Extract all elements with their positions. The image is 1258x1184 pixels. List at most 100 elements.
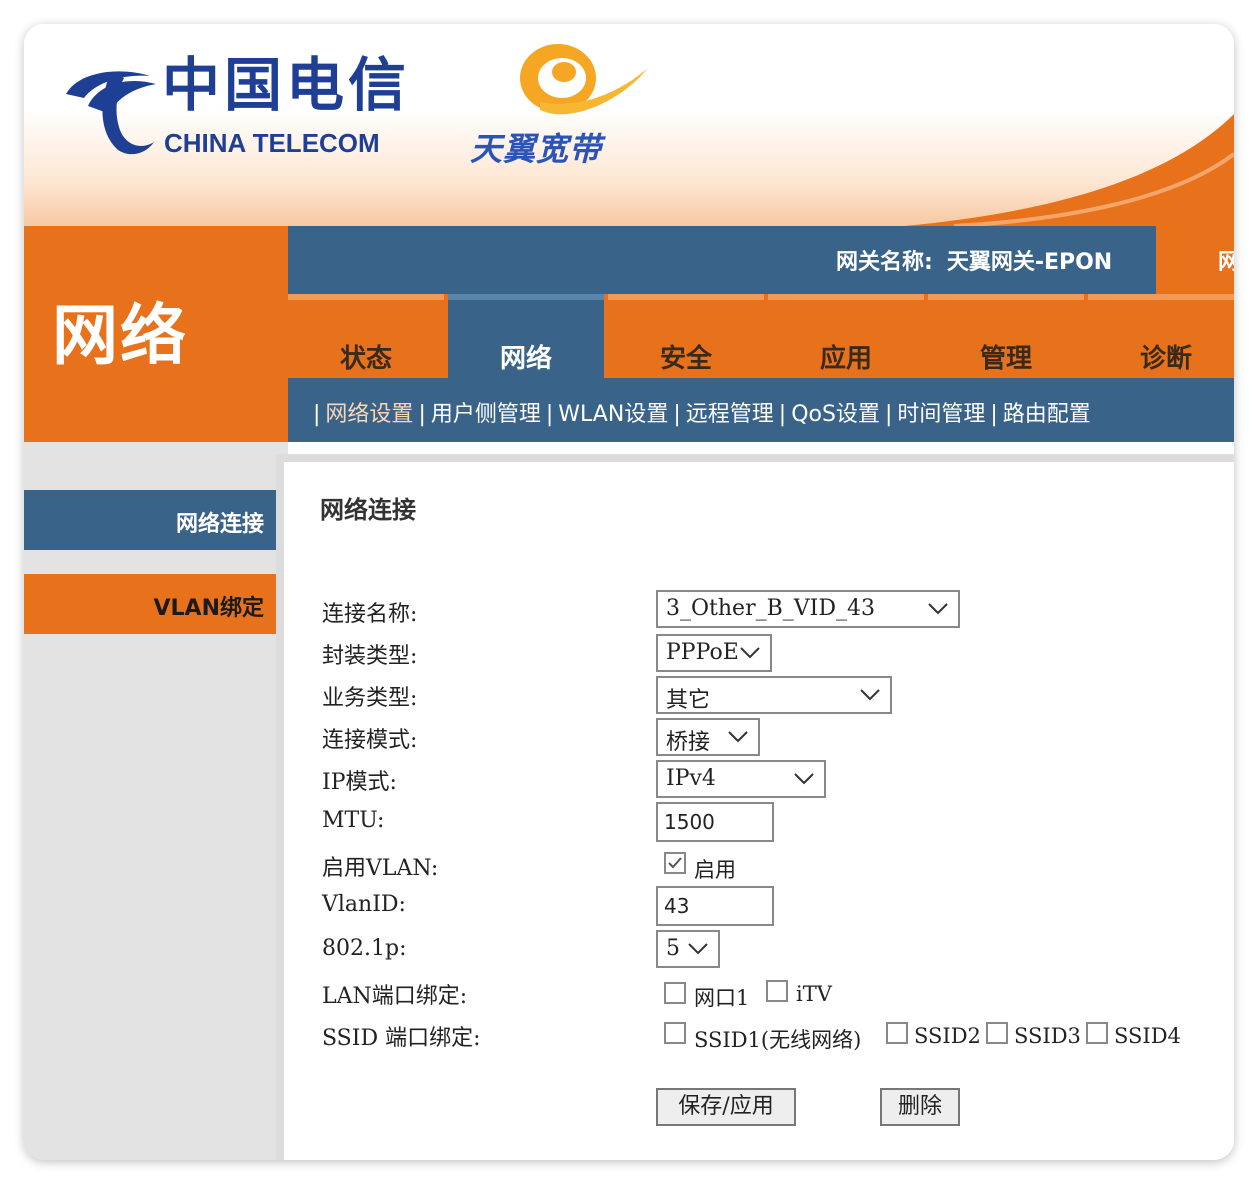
logo-english-text: CHINA TELECOM bbox=[164, 128, 380, 158]
dot1p-label: 802.1p: bbox=[322, 936, 407, 961]
tab-network[interactable]: 网络 bbox=[448, 294, 604, 378]
mtu-input[interactable]: 1500 bbox=[656, 802, 774, 842]
ssid2-checkbox[interactable] bbox=[886, 1022, 908, 1044]
lan-port1-checkbox[interactable] bbox=[664, 982, 686, 1004]
conn-name-select[interactable]: 3_Other_B_VID_43 bbox=[656, 590, 960, 628]
content-divider-top bbox=[276, 454, 1234, 462]
vlan-enable-option: 启用 bbox=[694, 858, 736, 882]
gateway-label: 网关名称: bbox=[836, 250, 933, 275]
ip-mode-select[interactable]: IPv4 bbox=[656, 760, 826, 798]
dot1p-select[interactable]: 5 bbox=[656, 930, 720, 968]
subnav-separator: | bbox=[884, 402, 893, 427]
subnav-separator: | bbox=[778, 402, 787, 427]
sidebar-item-network-connection[interactable]: 网络连接 bbox=[24, 490, 284, 550]
service-type-value: 其它 bbox=[666, 688, 711, 713]
lan-port1-label: 网口1 bbox=[694, 986, 750, 1010]
vlan-id-input[interactable]: 43 bbox=[656, 886, 774, 926]
section-title: 网络 bbox=[52, 297, 188, 374]
sub-nav: | 网络设置 | 用户侧管理 | WLAN设置 | 远程管理 | QoS设置 | 时间管理 | 路由配置 bbox=[288, 378, 1234, 442]
vlan-enable-checkbox[interactable] bbox=[664, 852, 686, 874]
chevron-down-icon bbox=[860, 689, 880, 701]
ssid3-checkbox[interactable] bbox=[986, 1022, 1008, 1044]
sidebar-item-label: 网络连接 bbox=[175, 512, 264, 537]
encap-type-value: PPPoE bbox=[666, 640, 739, 665]
tab-management[interactable]: 管理 bbox=[928, 294, 1084, 378]
gateway-bar: 网关名称: 天翼网关-EPON 网 bbox=[288, 226, 1234, 294]
conn-mode-label: 连接模式: bbox=[322, 728, 418, 753]
ip-mode-value: IPv4 bbox=[666, 766, 716, 791]
subnav-separator: | bbox=[418, 402, 426, 427]
tab-security[interactable]: 安全 bbox=[608, 294, 764, 378]
tab-label: 安全 bbox=[659, 344, 712, 374]
tab-status[interactable]: 状态 bbox=[288, 294, 444, 378]
tab-label: 应用 bbox=[819, 344, 872, 374]
conn-mode-select[interactable]: 桥接 bbox=[656, 718, 760, 756]
subnav-item-lan-management[interactable]: 用户侧管理 bbox=[431, 402, 541, 427]
save-apply-button[interactable]: 保存/应用 bbox=[656, 1088, 796, 1126]
chevron-down-icon bbox=[794, 773, 814, 785]
ssid1-checkbox[interactable] bbox=[664, 1022, 686, 1044]
checkmark-icon bbox=[668, 857, 682, 869]
mtu-label: MTU: bbox=[322, 808, 385, 833]
ssid3-label: SSID3 bbox=[1014, 1024, 1081, 1048]
encap-type-select[interactable]: PPPoE bbox=[656, 634, 772, 672]
chevron-down-icon bbox=[728, 731, 748, 743]
conn-name-label: 连接名称: bbox=[322, 602, 418, 627]
tab-label: 网络 bbox=[499, 344, 552, 374]
itv-label: iTV bbox=[796, 982, 832, 1006]
ssid2-label: SSID2 bbox=[914, 1024, 981, 1048]
left-sidebar: 网络连接 VLAN绑定 bbox=[24, 442, 288, 1160]
service-type-select[interactable]: 其它 bbox=[656, 676, 892, 714]
subnav-item-time-management[interactable]: 时间管理 bbox=[897, 402, 985, 427]
dot1p-value: 5 bbox=[666, 936, 680, 961]
sidebar-item-vlan-binding[interactable]: VLAN绑定 bbox=[24, 574, 284, 634]
chevron-down-icon bbox=[928, 603, 948, 615]
vlan-id-label: VlanID: bbox=[322, 892, 406, 917]
ssid-bind-label: SSID 端口绑定: bbox=[322, 1026, 481, 1051]
subnav-item-routing-config[interactable]: 路由配置 bbox=[1003, 402, 1091, 427]
subnav-separator: | bbox=[545, 402, 554, 427]
subnav-item-remote-management[interactable]: 远程管理 bbox=[686, 402, 774, 427]
encap-type-label: 封装类型: bbox=[322, 644, 418, 669]
subnav-separator: | bbox=[990, 402, 998, 427]
logo-chinese-text: 中国电信 bbox=[162, 51, 411, 119]
tab-label: 诊断 bbox=[1139, 344, 1192, 374]
conn-name-value: 3_Other_B_VID_43 bbox=[666, 596, 875, 621]
topbar-right-text: 网 bbox=[1218, 250, 1234, 275]
topbar-right-block: 网 bbox=[1156, 226, 1234, 294]
chevron-down-icon bbox=[688, 943, 708, 955]
tab-label: 管理 bbox=[979, 344, 1032, 374]
subnav-item-wlan-settings[interactable]: WLAN设置 bbox=[558, 402, 668, 427]
ssid1-label: SSID1(无线网络) bbox=[694, 1028, 862, 1052]
china-telecom-logo-icon bbox=[66, 71, 156, 155]
tianyi-logo-icon bbox=[520, 44, 648, 115]
tab-diagnosis[interactable]: 诊断 bbox=[1088, 294, 1234, 378]
service-type-label: 业务类型: bbox=[322, 686, 418, 711]
subnav-item-qos-settings[interactable]: QoS设置 bbox=[791, 402, 880, 427]
gateway-name: 网关名称: 天翼网关-EPON bbox=[836, 244, 1112, 276]
delete-button[interactable]: 删除 bbox=[880, 1088, 960, 1126]
content-divider-left bbox=[276, 454, 284, 1160]
router-admin-window: 中国电信 CHINA TELECOM 天翼宽带 网络 网关名称: 天翼网关-EPO… bbox=[24, 24, 1234, 1160]
conn-mode-value: 桥接 bbox=[666, 730, 711, 755]
subnav-item-network-settings[interactable]: 网络设置 bbox=[325, 402, 413, 427]
content-panel: 网络连接 连接名称: 3_Other_B_VID_43 封装类型: PPPoE … bbox=[284, 462, 1234, 1160]
ip-mode-label: IP模式: bbox=[322, 770, 397, 795]
ssid4-checkbox[interactable] bbox=[1086, 1022, 1108, 1044]
ssid4-label: SSID4 bbox=[1114, 1024, 1181, 1048]
main-tabs: 状态 网络 安全 应用 管理 诊断 bbox=[288, 294, 1234, 378]
section-block: 网络 bbox=[24, 226, 288, 442]
sidebar-item-label: VLAN绑定 bbox=[153, 596, 264, 621]
brand-text: 天翼宽带 bbox=[470, 130, 603, 168]
tab-label: 状态 bbox=[339, 344, 392, 374]
header-banner: 中国电信 CHINA TELECOM 天翼宽带 bbox=[24, 24, 1234, 226]
itv-checkbox[interactable] bbox=[766, 980, 788, 1002]
gateway-value: 天翼网关-EPON bbox=[946, 250, 1113, 275]
lan-bind-label: LAN端口绑定: bbox=[322, 984, 468, 1009]
tab-application[interactable]: 应用 bbox=[768, 294, 924, 378]
subnav-separator: | bbox=[673, 402, 681, 427]
vlan-enable-label: 启用VLAN: bbox=[322, 856, 439, 881]
chevron-down-icon bbox=[740, 647, 760, 659]
page-title: 网络连接 bbox=[320, 496, 416, 524]
subnav-separator: | bbox=[313, 402, 321, 427]
